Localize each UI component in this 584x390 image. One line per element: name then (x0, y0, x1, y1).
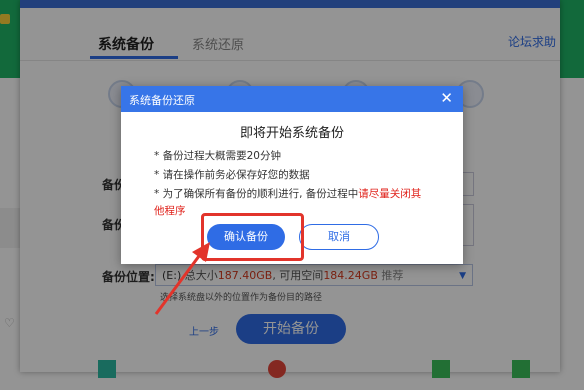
dialog-note-close-programs: * 为了确保所有备份的顺利进行, 备份过程中请尽量关闭其 (154, 186, 421, 201)
dialog-note-save: * 请在操作前务必保存好您的数据 (154, 169, 310, 181)
dialog-note-warning-cont: 他程序 (154, 205, 186, 217)
dialog-note-text: * 为了确保所有备份的顺利进行, 备份过程中 (154, 188, 359, 200)
close-icon[interactable]: ✕ (440, 89, 453, 107)
pointer-arrow-icon (154, 242, 210, 315)
dialog-heading: 即将开始系统备份 (239, 126, 344, 141)
dialog-note-time: * 备份过程大概需要20分钟 (154, 150, 281, 162)
cancel-button[interactable]: 取消 (299, 224, 379, 250)
dialog-note-warning: 请尽量关闭其 (358, 188, 422, 200)
dialog-title: 系统备份还原 (129, 94, 195, 107)
dialog-header: 系统备份还原 ✕ (121, 86, 463, 112)
